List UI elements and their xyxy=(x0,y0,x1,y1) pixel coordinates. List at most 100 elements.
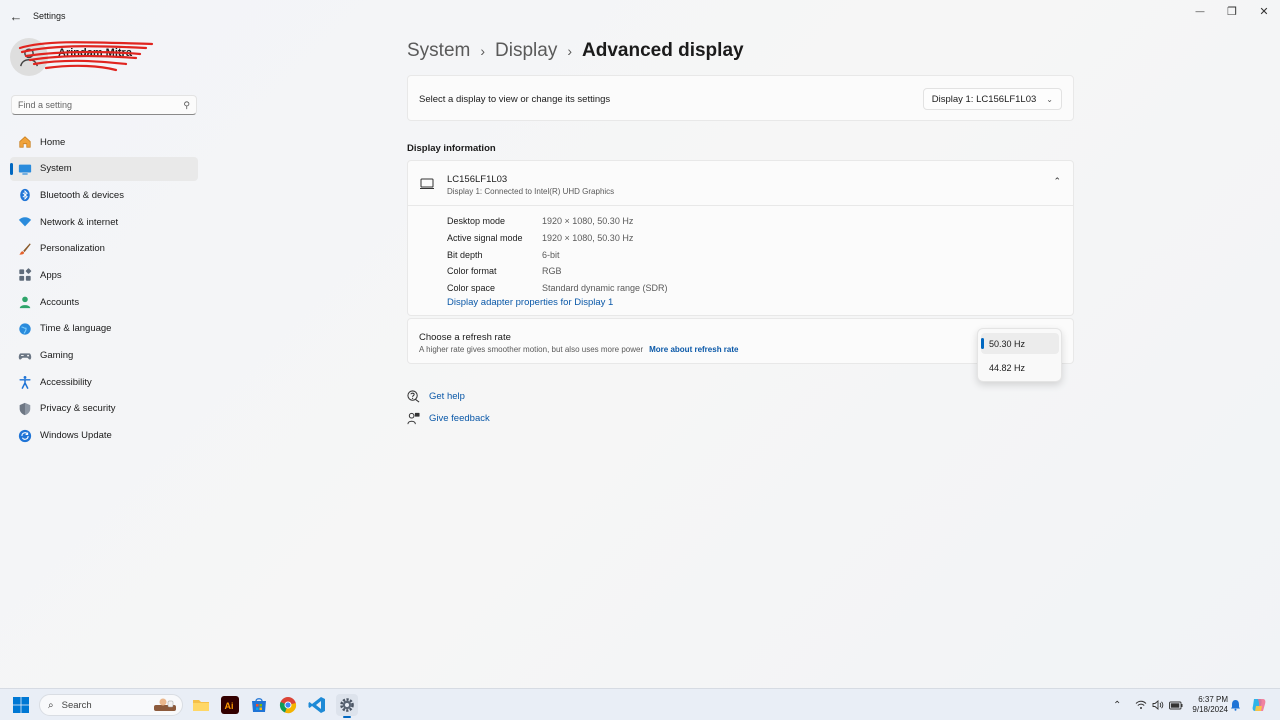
svg-text:Ai: Ai xyxy=(225,701,234,711)
window-title: Settings xyxy=(33,11,66,21)
spec-row: Active signal mode 1920 × 1080, 50.30 Hz xyxy=(447,230,668,247)
refresh-rate-card: Choose a refresh rate A higher rate give… xyxy=(407,318,1074,364)
microsoft-store-icon[interactable] xyxy=(248,694,270,716)
volume-icon[interactable] xyxy=(1152,700,1164,710)
spec-value: 1920 × 1080, 50.30 Hz xyxy=(542,233,634,244)
clock-time: 6:37 PM xyxy=(1198,695,1228,704)
refresh-rate-description: A higher rate gives smoother motion, but… xyxy=(419,345,738,354)
spec-row: Color format RGB xyxy=(447,263,668,280)
chevron-right-icon: › xyxy=(480,43,486,59)
refresh-rate-subtitle: A higher rate gives smoother motion, but… xyxy=(419,345,644,354)
accounts-icon xyxy=(17,294,33,310)
breadcrumb: System › Display › Advanced display xyxy=(407,38,744,64)
settings-app-icon[interactable] xyxy=(336,694,358,718)
user-icon xyxy=(20,48,38,67)
chevron-down-icon: ⌄ xyxy=(1046,94,1053,104)
sidebar-item-time-language[interactable]: Time & language xyxy=(10,317,198,341)
system-tray: ⌃ xyxy=(1113,689,1183,720)
spec-key: Color space xyxy=(447,283,496,294)
sidebar-item-personalization[interactable]: Personalization xyxy=(10,237,198,261)
refresh-option-selected[interactable]: 50.30 Hz xyxy=(981,333,1059,354)
sidebar-item-label: Apps xyxy=(40,269,62,281)
spec-row: Bit depth 6-bit xyxy=(447,246,668,263)
shield-icon xyxy=(17,401,33,417)
apps-icon xyxy=(17,267,33,283)
sidebar-item-label: Time & language xyxy=(40,323,112,335)
display-info-header[interactable]: LC156LF1L03 Display 1: Connected to Inte… xyxy=(408,161,1073,206)
spec-key: Desktop mode xyxy=(447,216,506,227)
user-profile[interactable]: Arindam Mitra xyxy=(10,38,200,78)
monitor-icon xyxy=(420,178,434,189)
sidebar-item-system[interactable]: System xyxy=(10,156,198,181)
display-dropdown[interactable]: Display 1: LC156LF1L03 ⌄ xyxy=(922,88,1062,110)
sidebar-item-home[interactable]: Home xyxy=(10,130,198,154)
taskbar-clock[interactable]: 6:37 PM 9/18/2024 xyxy=(1186,695,1228,715)
spec-key: Active signal mode xyxy=(447,233,523,244)
home-icon xyxy=(17,134,33,150)
breadcrumb-system[interactable]: System xyxy=(407,40,470,62)
breadcrumb-display[interactable]: Display xyxy=(495,40,557,62)
sidebar-item-label: Accessibility xyxy=(40,376,92,388)
refresh-rate-link[interactable]: More about refresh rate xyxy=(649,345,738,354)
sidebar-item-label: Home xyxy=(40,136,66,148)
file-explorer-icon[interactable] xyxy=(190,694,212,716)
system-icon xyxy=(17,161,33,177)
get-help-link[interactable]: Get help xyxy=(407,385,490,407)
bluetooth-icon xyxy=(17,187,33,203)
display-name: LC156LF1L03 xyxy=(447,174,508,185)
get-help-label: Get help xyxy=(429,390,465,402)
clock-date: 9/18/2024 xyxy=(1192,705,1228,714)
windows-start-icon[interactable] xyxy=(12,696,30,714)
refresh-rate-menu: 50.30 Hz 44.82 Hz xyxy=(977,328,1062,382)
copilot-icon[interactable] xyxy=(1251,697,1267,713)
sidebar-item-accessibility[interactable]: Accessibility xyxy=(10,370,198,394)
sidebar-item-label: Personalization xyxy=(40,243,105,255)
taskbar-search[interactable]: ⌕ Search xyxy=(39,694,183,716)
display-info-card: LC156LF1L03 Display 1: Connected to Inte… xyxy=(407,160,1074,316)
search-icon: ⚲ xyxy=(183,99,190,110)
illustrator-icon[interactable]: Ai xyxy=(219,694,241,716)
feedback-icon xyxy=(407,412,420,424)
back-button[interactable]: ← xyxy=(8,8,24,24)
battery-icon[interactable] xyxy=(1169,701,1183,710)
sidebar-item-windows-update[interactable]: Windows Update xyxy=(10,424,198,448)
profile-name: Arindam Mitra xyxy=(58,47,132,59)
wifi-icon[interactable] xyxy=(1135,700,1147,710)
sidebar-item-bluetooth[interactable]: Bluetooth & devices xyxy=(10,183,198,207)
minimize-icon: — xyxy=(1195,6,1205,16)
back-arrow-icon: ← xyxy=(9,8,23,24)
tray-overflow-icon[interactable]: ⌃ xyxy=(1113,700,1121,711)
search-icon: ⌕ xyxy=(48,699,54,711)
sidebar-item-apps[interactable]: Apps xyxy=(10,263,198,287)
maximize-button[interactable]: ❐ xyxy=(1216,0,1248,22)
vscode-icon[interactable] xyxy=(306,694,328,716)
search-highlight-icon xyxy=(154,698,176,711)
sidebar-item-privacy[interactable]: Privacy & security xyxy=(10,397,198,421)
help-chat-icon xyxy=(407,389,420,402)
minimize-button[interactable]: — xyxy=(1184,0,1216,22)
adapter-properties-link[interactable]: Display adapter properties for Display 1 xyxy=(447,297,613,308)
sidebar-item-label: System xyxy=(40,163,72,175)
display-dropdown-value: Display 1: LC156LF1L03 xyxy=(931,93,1037,105)
chevron-up-icon[interactable]: ⌃ xyxy=(1053,176,1061,187)
settings-search[interactable]: ⚲ xyxy=(11,95,197,115)
display-info-heading: Display information xyxy=(407,143,496,154)
chrome-icon[interactable] xyxy=(277,694,299,716)
sidebar-item-network[interactable]: Network & internet xyxy=(10,210,198,234)
spec-key: Bit depth xyxy=(447,249,483,260)
wifi-icon xyxy=(17,214,33,230)
refresh-option[interactable]: 44.82 Hz xyxy=(981,357,1059,378)
spec-value: 6-bit xyxy=(542,249,560,260)
search-input[interactable] xyxy=(18,100,184,110)
spec-value: RGB xyxy=(542,266,562,277)
close-button[interactable]: ✕ xyxy=(1248,0,1280,22)
give-feedback-link[interactable]: Give feedback xyxy=(407,407,490,429)
settings-window: ← Settings — ❐ ✕ Arindam Mitra ⚲ Home Sy xyxy=(0,0,1280,688)
sidebar-item-accounts[interactable]: Accounts xyxy=(10,290,198,314)
sidebar-item-gaming[interactable]: Gaming xyxy=(10,344,198,368)
spec-key: Color format xyxy=(447,266,497,277)
avatar xyxy=(10,38,48,76)
notification-bell-icon[interactable] xyxy=(1230,699,1241,711)
spec-value: Standard dynamic range (SDR) xyxy=(542,283,668,294)
gamepad-icon xyxy=(17,348,33,364)
